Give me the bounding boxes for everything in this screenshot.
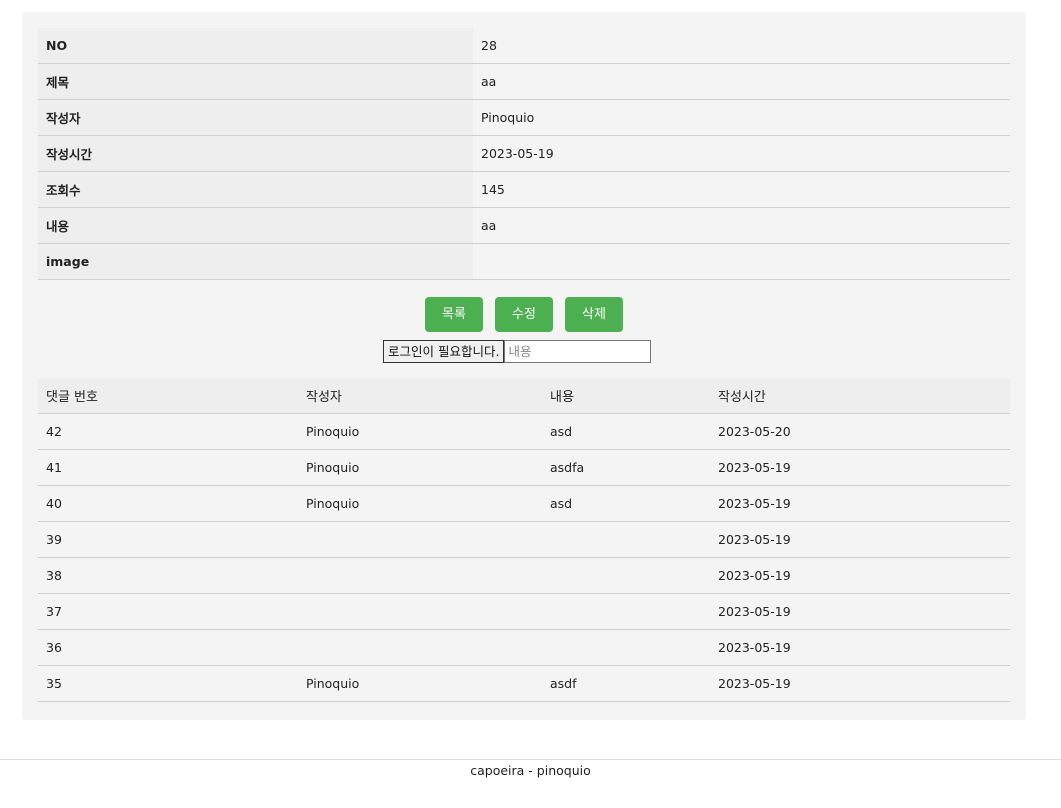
field-value: 145 [473,171,1010,208]
comment-form: 로그인이 필요합니다. [383,340,652,363]
comment-no: 41 [38,449,298,486]
field-label: NO [38,28,473,64]
comment-time: 2023-05-19 [710,629,1010,666]
post-detail-table: NO 28 제목 aa 작성자 Pinoquio 작성시간 2023-05-19… [38,28,1010,280]
field-label: 작성자 [38,99,473,136]
header-content: 내용 [542,378,710,414]
post-row-views: 조회수 145 [38,171,1010,208]
comment-author: Pinoquio [298,449,542,486]
comment-no: 40 [38,485,298,522]
post-row-title: 제목 aa [38,63,1010,100]
table-row: 40 Pinoquio asd 2023-05-19 [38,485,1010,522]
comment-time: 2023-05-19 [710,665,1010,702]
table-row: 39 2023-05-19 [38,521,1010,558]
comment-input[interactable] [504,340,652,363]
field-label: image [38,243,473,280]
field-label: 작성시간 [38,135,473,172]
comment-content [542,521,710,558]
field-value: 2023-05-19 [473,135,1010,172]
comments-header-row: 댓글 번호 작성자 내용 작성시간 [38,378,1010,414]
comment-time: 2023-05-19 [710,593,1010,630]
field-value: Pinoquio [473,99,1010,136]
comment-time: 2023-05-19 [710,485,1010,522]
table-row: 42 Pinoquio asd 2023-05-20 [38,413,1010,450]
post-row-image: image [38,243,1010,280]
field-value [473,243,1010,280]
header-time: 작성시간 [710,378,1010,414]
post-row-content: 내용 aa [38,207,1010,244]
comment-author: Pinoquio [298,413,542,450]
comment-time: 2023-05-19 [710,557,1010,594]
action-buttons: 목록 수정 삭제 [22,297,1026,332]
post-row-time: 작성시간 2023-05-19 [38,135,1010,172]
comment-author [298,593,542,630]
table-row: 35 Pinoquio asdf 2023-05-19 [38,665,1010,702]
comment-no: 42 [38,413,298,450]
footer: capoeira - pinoquio [0,759,1061,790]
comment-content [542,629,710,666]
comment-content [542,557,710,594]
comment-author [298,521,542,558]
comment-author: Pinoquio [298,665,542,702]
field-value: aa [473,63,1010,100]
field-label: 내용 [38,207,473,244]
comment-no: 36 [38,629,298,666]
comments-table: 댓글 번호 작성자 내용 작성시간 42 Pinoquio asd 2023-0… [38,378,1010,702]
comment-author: Pinoquio [298,485,542,522]
field-value: 28 [473,28,1010,64]
comment-no: 39 [38,521,298,558]
header-author: 작성자 [298,378,542,414]
table-row: 41 Pinoquio asdfa 2023-05-19 [38,449,1010,486]
table-row: 38 2023-05-19 [38,557,1010,594]
comment-no: 35 [38,665,298,702]
field-value: aa [473,207,1010,244]
comment-content: asdf [542,665,710,702]
comment-author [298,557,542,594]
comment-no: 38 [38,557,298,594]
comment-time: 2023-05-20 [710,413,1010,450]
post-row-author: 작성자 Pinoquio [38,99,1010,136]
footer-text: capoeira - pinoquio [470,763,591,778]
post-row-no: NO 28 [38,28,1010,64]
comment-time: 2023-05-19 [710,449,1010,486]
comment-time: 2023-05-19 [710,521,1010,558]
delete-button[interactable]: 삭제 [565,297,623,332]
comment-content [542,593,710,630]
login-required-button[interactable]: 로그인이 필요합니다. [383,340,505,363]
comment-content: asdfa [542,449,710,486]
comment-content: asd [542,485,710,522]
header-comment-no: 댓글 번호 [38,378,298,414]
edit-button[interactable]: 수정 [495,297,553,332]
field-label: 제목 [38,63,473,100]
table-row: 36 2023-05-19 [38,629,1010,666]
table-row: 37 2023-05-19 [38,593,1010,630]
comment-author [298,629,542,666]
list-button[interactable]: 목록 [425,297,483,332]
post-panel: NO 28 제목 aa 작성자 Pinoquio 작성시간 2023-05-19… [22,12,1026,720]
field-label: 조회수 [38,171,473,208]
comment-no: 37 [38,593,298,630]
comment-content: asd [542,413,710,450]
